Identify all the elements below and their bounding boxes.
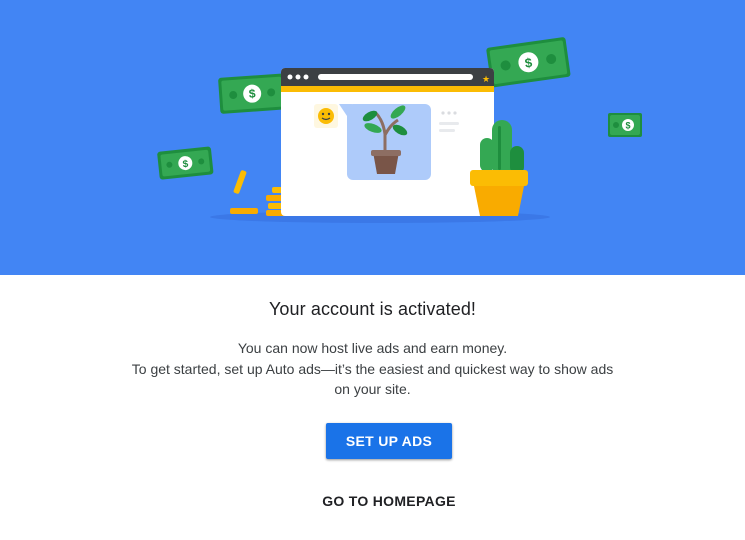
money-bill-icon: $ [218, 73, 287, 114]
svg-text:$: $ [625, 121, 630, 131]
svg-text:$: $ [248, 86, 256, 100]
set-up-ads-button[interactable]: SET UP ADS [326, 423, 452, 459]
browser-window-illustration: ★ [281, 68, 494, 216]
hero-illustration: $ $ $ $ ★ [157, 37, 642, 223]
activation-panel: Your account is activated! You can now h… [0, 275, 745, 540]
svg-text:★: ★ [482, 75, 490, 85]
hero-banner: $ $ $ $ ★ [0, 0, 745, 275]
go-to-homepage-button[interactable]: GO TO HOMEPAGE [310, 483, 468, 519]
description-line: on your site. [334, 381, 411, 397]
money-bill-icon: $ [608, 113, 642, 137]
money-bill-icon: $ [157, 146, 214, 180]
page-title: Your account is activated! [268, 299, 477, 319]
money-bill-icon: $ [486, 37, 571, 88]
activation-description: You can now host live ads and earn money… [0, 338, 745, 400]
description-line: To get started, set up Auto ads—it’s the… [131, 360, 614, 377]
description-line: You can now host live ads and earn money… [237, 340, 508, 356]
